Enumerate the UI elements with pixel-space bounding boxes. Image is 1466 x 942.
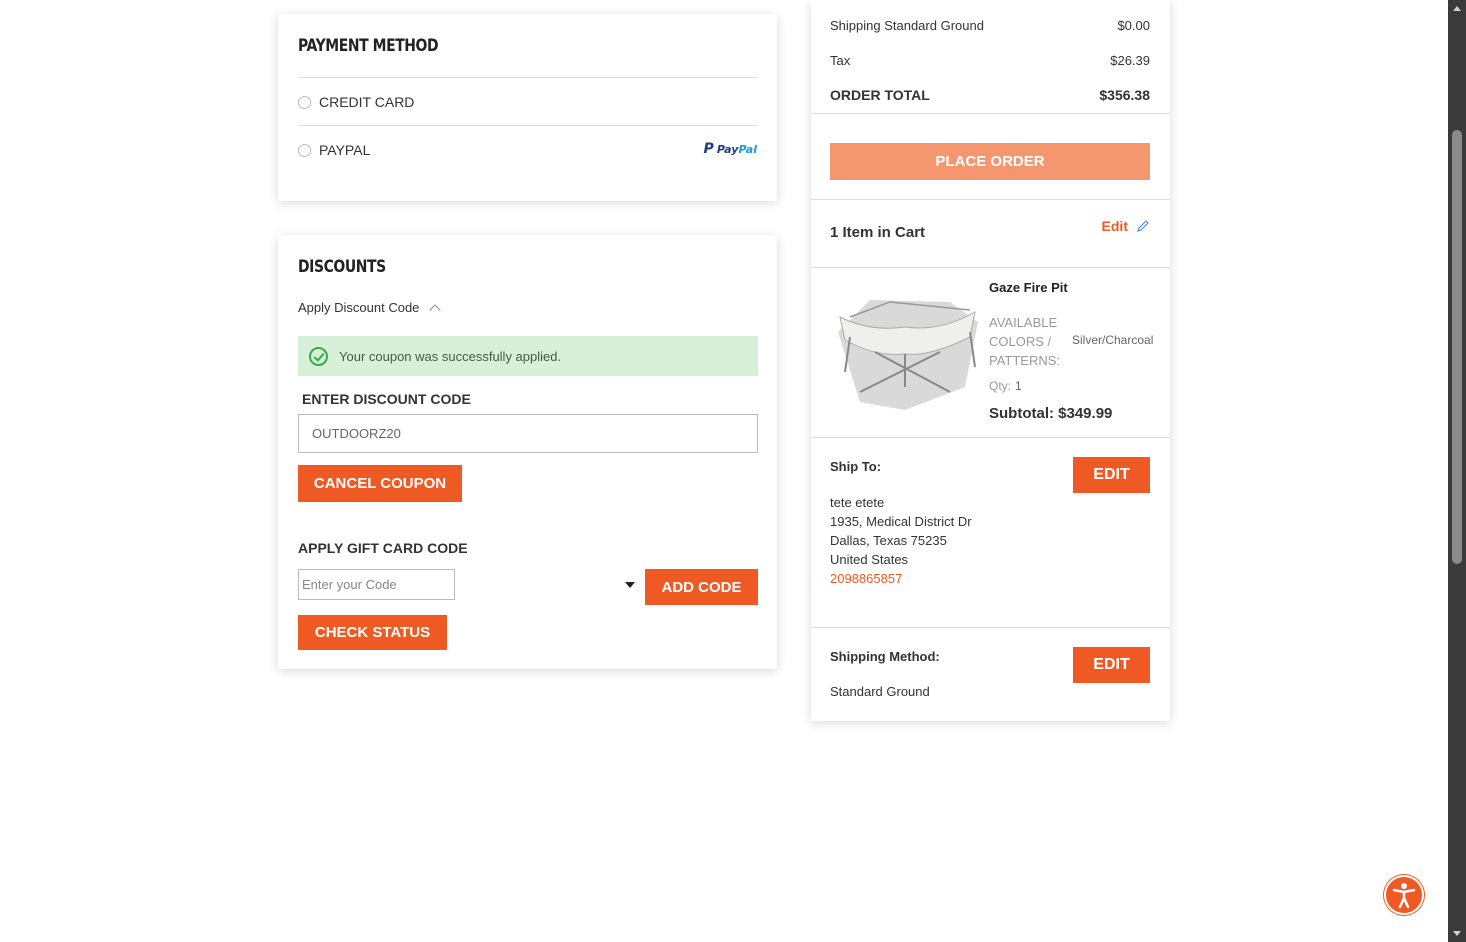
gift-card-label: APPLY GIFT CARD CODE bbox=[298, 540, 468, 556]
divider bbox=[811, 113, 1170, 114]
accessibility-button[interactable] bbox=[1384, 875, 1424, 915]
divider bbox=[298, 77, 758, 78]
edit-ship-to-button[interactable]: EDIT bbox=[1073, 457, 1150, 493]
order-summary-card: Shipping Standard Ground $0.00 Tax $26.3… bbox=[811, 0, 1170, 721]
edit-cart-label: Edit bbox=[1101, 218, 1128, 234]
address-phone[interactable]: 2098865857 bbox=[830, 571, 902, 586]
apply-discount-toggle[interactable]: Apply Discount Code bbox=[298, 300, 442, 316]
product-image[interactable] bbox=[830, 292, 980, 412]
item-subtotal: Subtotal: $349.99 bbox=[989, 405, 1113, 422]
payment-method-title: PAYMENT METHOD bbox=[298, 36, 439, 56]
summary-row-total: ORDER TOTAL $356.38 bbox=[830, 87, 1150, 103]
divider bbox=[811, 267, 1170, 268]
shipping-method-label: Shipping Method: bbox=[830, 649, 940, 664]
payment-method-card: PAYMENT METHOD CREDIT CARD PAYPAL P PayP… bbox=[278, 14, 777, 201]
radio-credit-card[interactable] bbox=[298, 95, 311, 109]
discount-code-input[interactable]: OUTDOORZ20 bbox=[298, 414, 758, 453]
check-circle-icon bbox=[309, 346, 328, 366]
edit-cart-link[interactable]: Edit bbox=[1102, 218, 1150, 234]
place-order-button[interactable]: PLACE ORDER bbox=[830, 143, 1150, 180]
gift-card-input[interactable]: Enter your Code bbox=[298, 569, 455, 600]
radio-paypal[interactable] bbox=[298, 143, 311, 157]
product-name[interactable]: Gaze Fire Pit bbox=[989, 280, 1068, 295]
address-street: 1935, Medical District Dr bbox=[830, 514, 972, 529]
credit-card-label: CREDIT CARD bbox=[319, 94, 415, 110]
paypal-p-icon: P bbox=[703, 141, 714, 157]
shipping-method-value: Standard Ground bbox=[830, 684, 930, 699]
accessibility-icon bbox=[1392, 883, 1416, 909]
chevron-up-icon bbox=[429, 304, 442, 316]
discounts-title: DISCOUNTS bbox=[298, 257, 386, 277]
discounts-card: DISCOUNTS Apply Discount Code Your coupo… bbox=[278, 235, 777, 669]
divider bbox=[811, 627, 1170, 628]
edit-shipping-method-button[interactable]: EDIT bbox=[1073, 647, 1150, 683]
tax-value: $26.39 bbox=[1110, 53, 1150, 68]
address-country: United States bbox=[830, 552, 909, 567]
scroll-up-arrow-icon[interactable] bbox=[1453, 6, 1461, 11]
coupon-success-message: Your coupon was successfully applied. bbox=[298, 336, 758, 376]
order-total-label: ORDER TOTAL bbox=[830, 87, 930, 103]
success-text: Your coupon was successfully applied. bbox=[339, 348, 562, 364]
payment-option-credit-card[interactable]: CREDIT CARD bbox=[298, 94, 414, 110]
check-status-button[interactable]: CHECK STATUS bbox=[298, 615, 447, 650]
summary-row-shipping: Shipping Standard Ground $0.00 bbox=[830, 18, 1150, 33]
discount-code-label: ENTER DISCOUNT CODE bbox=[302, 391, 471, 407]
apply-discount-label: Apply Discount Code bbox=[298, 300, 420, 315]
caret-down-icon[interactable] bbox=[625, 582, 635, 588]
pencil-icon bbox=[1137, 220, 1149, 232]
page-scrollbar[interactable] bbox=[1448, 0, 1466, 942]
divider bbox=[811, 199, 1170, 200]
summary-row-tax: Tax $26.39 bbox=[830, 53, 1150, 68]
scroll-thumb[interactable] bbox=[1452, 130, 1462, 564]
tax-label: Tax bbox=[830, 53, 851, 68]
address-city: Dallas, Texas 75235 bbox=[830, 533, 947, 548]
divider bbox=[811, 437, 1170, 438]
attribute-label: AVAILABLE COLORS / PATTERNS: bbox=[989, 315, 1061, 368]
shipping-label: Shipping Standard Ground bbox=[830, 18, 984, 33]
cancel-coupon-button[interactable]: CANCEL COUPON bbox=[298, 465, 462, 502]
quantity: Qty: 1 bbox=[989, 379, 1022, 393]
attribute-value: Silver/Charcoal bbox=[1072, 333, 1154, 347]
scroll-down-arrow-icon[interactable] bbox=[1453, 931, 1461, 936]
checkout-page: PAYMENT METHOD CREDIT CARD PAYPAL P PayP… bbox=[0, 0, 1466, 942]
divider bbox=[298, 125, 758, 126]
cart-item-count: 1 Item in Cart bbox=[830, 224, 926, 241]
ship-to-label: Ship To: bbox=[830, 459, 882, 474]
shipping-value: $0.00 bbox=[1117, 18, 1150, 33]
paypal-label: PAYPAL bbox=[319, 142, 371, 158]
address-name: tete etete bbox=[830, 495, 885, 510]
order-total-value: $356.38 bbox=[1099, 87, 1150, 103]
add-code-button[interactable]: ADD CODE bbox=[645, 569, 758, 605]
paypal-logo: P PayPal bbox=[704, 141, 757, 157]
payment-option-paypal[interactable]: PAYPAL bbox=[298, 142, 370, 158]
paypal-wordmark: PayPal bbox=[716, 142, 757, 156]
